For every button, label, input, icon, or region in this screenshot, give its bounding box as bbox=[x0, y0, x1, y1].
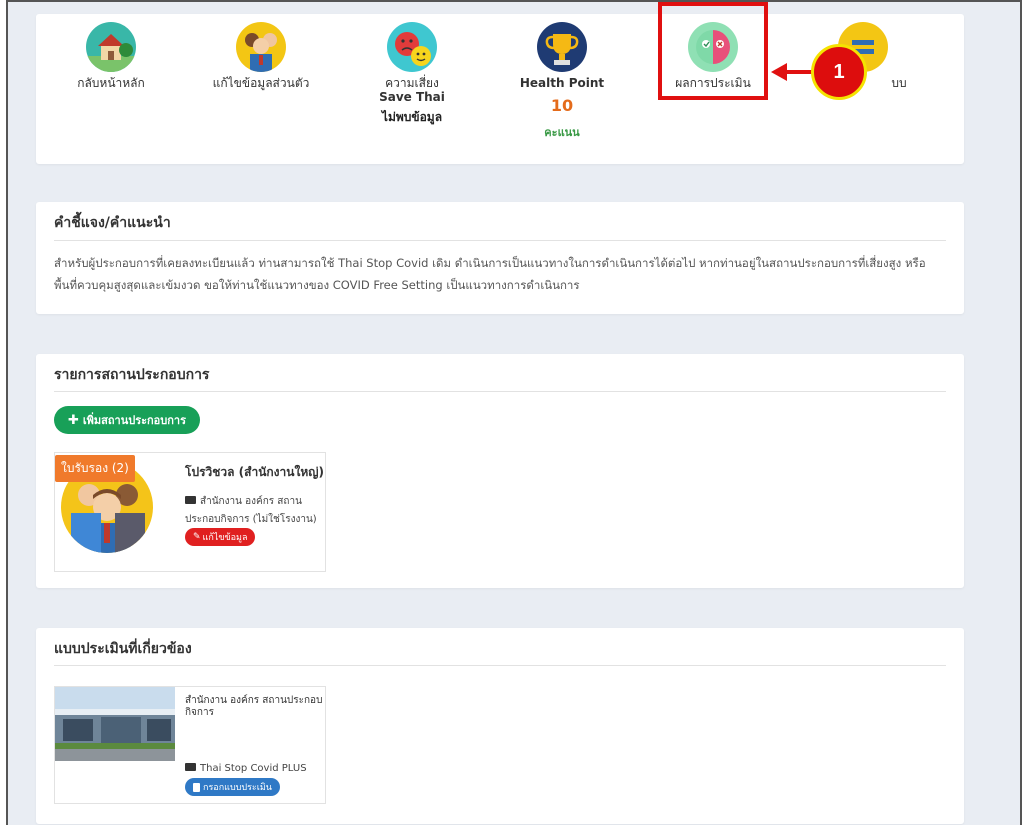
trophy-icon bbox=[537, 22, 587, 72]
people-icon bbox=[236, 22, 286, 72]
menu-health-point[interactable]: Health Point 10 คะแนน bbox=[497, 22, 627, 141]
business-type: สำนักงาน องค์กร สถานประกอบกิจการ (ไม่ใช่… bbox=[185, 493, 325, 529]
assessment-title: แบบประเมินที่เกี่ยวข้อง bbox=[54, 641, 192, 657]
assessment-type-text: Thai Stop Covid PLUS bbox=[200, 763, 307, 774]
business-panel: รายการสถานประกอบการ ✚ เพิ่มสถานประกอบการ bbox=[36, 354, 964, 588]
health-point-score: 10 bbox=[550, 96, 574, 115]
folder-icon bbox=[185, 496, 196, 504]
highlight-box bbox=[658, 2, 768, 100]
menu-risk[interactable]: ความเสี่ยง Save Thai ไม่พบข้อมูล bbox=[347, 22, 477, 127]
assessment-name: สำนักงาน องค์กร สถานประกอบกิจการ bbox=[185, 695, 323, 718]
edit-business-button[interactable]: ✎ แก้ไขข้อมูล bbox=[185, 528, 256, 546]
menu-risk-line1: ความเสี่ยง bbox=[385, 76, 439, 90]
menu-risk-line2: Save Thai bbox=[379, 90, 445, 104]
health-point-label: Health Point bbox=[519, 76, 605, 90]
business-divider bbox=[54, 391, 946, 392]
assessment-panel: แบบประเมินที่เกี่ยวข้อง สำนักงาน องค์กร … bbox=[36, 628, 964, 824]
fill-assessment-label: กรอกแบบประเมิน bbox=[203, 783, 272, 793]
page-frame: กลับหน้าหลัก แก้ไขข้อมูลส่วนตัว ความเสี่… bbox=[6, 0, 1022, 825]
menu-logout-text: บบ bbox=[891, 76, 907, 90]
risk-status: ไม่พบข้อมูล bbox=[381, 110, 443, 124]
pencil-icon: ✎ bbox=[193, 532, 201, 542]
guide-body: สำหรับผู้ประกอบการที่เคยลงทะเบียนแล้ว ท่… bbox=[54, 256, 926, 292]
business-card[interactable]: ใบรับรอง (2) โปรวิชวล (สำนักงานใหญ่) สำน… bbox=[54, 452, 326, 572]
add-business-label: เพิ่มสถานประกอบการ bbox=[82, 414, 187, 427]
health-point-unit: คะแนน bbox=[544, 126, 580, 139]
house-icon bbox=[86, 22, 136, 72]
assessment-type: Thai Stop Covid PLUS bbox=[185, 763, 307, 774]
menu-home[interactable]: กลับหน้าหลัก bbox=[46, 22, 176, 90]
fill-assessment-button[interactable]: กรอกแบบประเมิน bbox=[185, 778, 280, 796]
menu-risk-label: ความเสี่ยง Save Thai bbox=[347, 76, 477, 104]
guide-divider bbox=[54, 240, 946, 241]
emoji-faces-icon bbox=[387, 22, 437, 72]
document-icon bbox=[193, 782, 200, 792]
menu-profile-label: แก้ไขข้อมูลส่วนตัว bbox=[212, 76, 310, 90]
step-number-badge: 1 bbox=[811, 44, 867, 100]
building-image bbox=[55, 687, 175, 761]
guide-panel: คำชี้แจง/คำแนะนำ สำหรับผู้ประกอบการที่เค… bbox=[36, 202, 964, 314]
menu-profile[interactable]: แก้ไขข้อมูลส่วนตัว bbox=[196, 22, 326, 90]
business-title: รายการสถานประกอบการ bbox=[54, 367, 210, 383]
assessment-divider bbox=[54, 665, 946, 666]
add-business-button[interactable]: ✚ เพิ่มสถานประกอบการ bbox=[54, 406, 200, 434]
business-name: โปรวิชวล (สำนักงานใหญ่) bbox=[185, 465, 324, 479]
menu-home-label: กลับหน้าหลัก bbox=[77, 76, 145, 90]
guide-title: คำชี้แจง/คำแนะนำ bbox=[54, 215, 171, 231]
assessment-card[interactable]: สำนักงาน องค์กร สถานประกอบกิจการ Thai St… bbox=[54, 686, 326, 804]
folder-icon bbox=[185, 763, 196, 771]
plus-icon: ✚ bbox=[67, 412, 79, 428]
certificate-badge[interactable]: ใบรับรอง (2) bbox=[55, 455, 135, 482]
business-type-text: สำนักงาน องค์กร สถานประกอบกิจการ (ไม่ใช่… bbox=[185, 496, 317, 525]
edit-business-label: แก้ไขข้อมูล bbox=[202, 533, 248, 543]
